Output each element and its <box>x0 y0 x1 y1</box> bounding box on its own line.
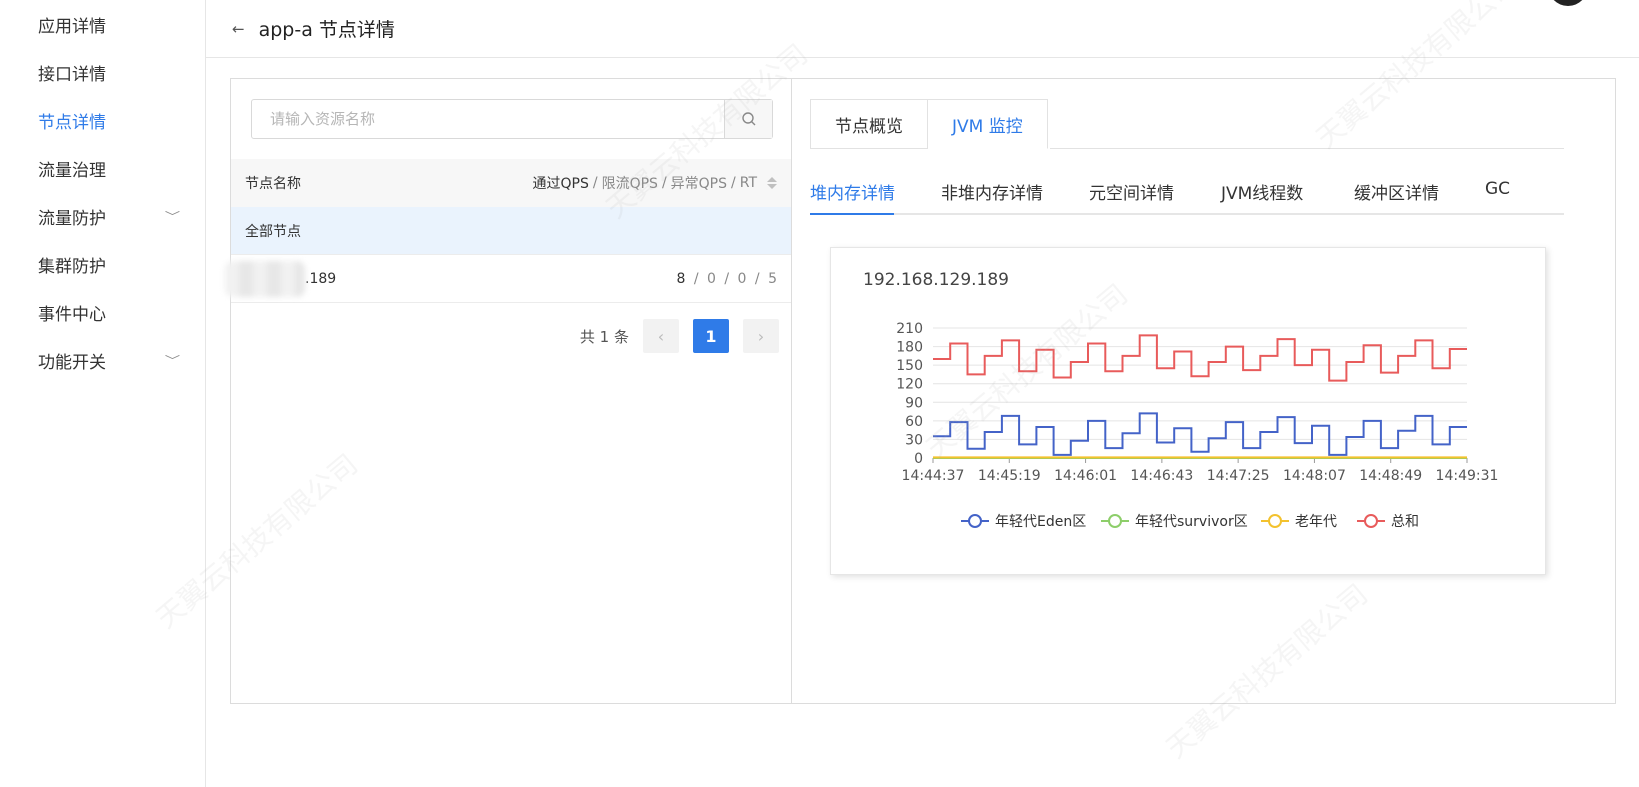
sort-icon[interactable] <box>767 177 777 189</box>
pagination: 共 1 条 ‹ 1 › <box>580 319 779 353</box>
tab-jvm-monitor[interactable]: JVM 监控 <box>928 99 1048 149</box>
table-row[interactable]: 全部节点 <box>231 207 791 255</box>
tab-gc[interactable]: GC <box>1485 179 1510 199</box>
node-name: .189 <box>225 260 336 297</box>
column-error-qps: 异常QPS <box>670 176 728 192</box>
tab-non-heap-memory[interactable]: 非堆内存详情 <box>941 179 1043 204</box>
arrow-left-icon[interactable]: ← <box>232 20 245 38</box>
column-pass-qps: 通过QPS <box>532 176 589 192</box>
x-tick-label: 14:47:25 <box>1207 468 1270 484</box>
y-tick-label: 60 <box>905 414 923 430</box>
legend-label: 总和 <box>1391 514 1419 530</box>
y-tick-label: 180 <box>896 340 923 356</box>
search-button[interactable] <box>724 100 772 138</box>
x-tick-label: 14:44:37 <box>902 468 965 484</box>
active-tab-indicator <box>810 213 894 215</box>
sidebar-item-label: 应用详情 <box>38 16 106 37</box>
y-tick-label: 120 <box>896 377 923 393</box>
search-input[interactable] <box>252 100 724 138</box>
node-list-panel: 节点名称 通过QPS / 限流QPS / 异常QPS / RT 全部节点 .18… <box>225 78 792 704</box>
series-line <box>933 334 1467 382</box>
x-tick-label: 14:48:07 <box>1283 468 1346 484</box>
total-count: 共 1 条 <box>579 327 629 346</box>
legend-label: 年轻代survivor区 <box>1135 514 1248 530</box>
tab-divider <box>1050 148 1564 149</box>
pass-qps-value: 8 <box>676 270 686 287</box>
sub-tabs: 堆内存详情 非堆内存详情 元空间详情 JVM线程数 缓冲区详情 GC <box>810 169 1564 215</box>
sidebar-item-label: 节点详情 <box>38 112 106 133</box>
legend-label: 老年代 <box>1295 514 1337 530</box>
separator: / <box>592 175 598 191</box>
tab-metaspace[interactable]: 元空间详情 <box>1089 179 1174 204</box>
sidebar-item-app-detail[interactable]: 应用详情 <box>38 6 188 42</box>
jvm-panel: 节点概览 JVM 监控 堆内存详情 非堆内存详情 元空间详情 JVM线程数 缓冲… <box>792 78 1616 704</box>
column-node-name: 节点名称 <box>245 176 301 192</box>
sidebar-item-traffic-protection[interactable]: 流量防护 ﹀ <box>38 198 188 234</box>
redacted-ip-mask <box>225 260 305 297</box>
tab-jvm-threads[interactable]: JVM线程数 <box>1221 179 1303 204</box>
page-header: ← app-a 节点详情 <box>206 0 1639 58</box>
heap-chart-card: 192.168.129.189 0 30 60 90 120 150 180 210 14:44… <box>830 247 1546 575</box>
sidebar-item-event-center[interactable]: 事件中心 <box>38 294 188 330</box>
sidebar-item-label: 流量治理 <box>38 160 106 181</box>
column-rt: RT <box>739 175 757 191</box>
tab-heap-memory[interactable]: 堆内存详情 <box>810 179 895 204</box>
x-tick-label: 14:46:43 <box>1130 468 1193 484</box>
sidebar-item-label: 流量防护 <box>38 208 106 229</box>
sidebar-item-label: 接口详情 <box>38 64 106 85</box>
chevron-down-icon: ﹀ <box>164 354 181 367</box>
x-tick-label: 14:46:01 <box>1054 468 1117 484</box>
chevron-left-icon: ‹ <box>657 326 665 346</box>
separator: / <box>731 175 736 191</box>
table-row[interactable]: .189 8 / 0 / 0 / 5 <box>225 255 791 303</box>
top-tabs: 节点概览 JVM 监控 <box>810 99 1048 149</box>
y-tick-label: 30 <box>905 432 923 448</box>
sidebar-item-label: 事件中心 <box>38 304 106 325</box>
limit-qps-value: 0 <box>706 270 716 287</box>
rt-value: 5 <box>768 270 777 287</box>
y-tick-label: 90 <box>905 395 923 411</box>
y-tick-label: 0 <box>914 451 923 467</box>
error-qps-value: 0 <box>737 270 747 287</box>
x-tick-label: 14:45:19 <box>978 468 1041 484</box>
page-title: app-a 节点详情 <box>258 19 395 41</box>
separator: / <box>661 175 667 191</box>
node-name: 全部节点 <box>245 223 301 240</box>
tab-node-overview[interactable]: 节点概览 <box>810 99 928 149</box>
sidebar-item-label: 集群防护 <box>38 256 106 277</box>
prev-page-button[interactable]: ‹ <box>643 319 679 353</box>
column-limit-qps: 限流QPS <box>601 176 658 192</box>
next-page-button[interactable]: › <box>743 319 779 353</box>
y-tick-label: 210 <box>896 321 923 337</box>
tab-buffer[interactable]: 缓冲区详情 <box>1354 179 1439 204</box>
x-tick-label: 14:49:31 <box>1436 468 1499 484</box>
search-icon <box>741 112 755 126</box>
page-number-button[interactable]: 1 <box>693 319 729 353</box>
x-tick-label: 14:48:49 <box>1359 468 1422 484</box>
column-metrics[interactable]: 通过QPS / 限流QPS / 异常QPS / RT <box>532 173 777 193</box>
series-line <box>933 412 1467 456</box>
sidebar-item-label: 功能开关 <box>38 352 106 373</box>
table-header: 节点名称 通过QPS / 限流QPS / 异常QPS / RT <box>231 159 791 207</box>
sidebar-item-api-detail[interactable]: 接口详情 <box>38 54 188 90</box>
chevron-right-icon: › <box>757 326 765 346</box>
sidebar: 应用详情 接口详情 节点详情 流量治理 流量防护 ﹀ 集群防护 事件中心 功能开关… <box>0 0 206 787</box>
legend-marker <box>1108 514 1122 528</box>
sidebar-item-cluster-protection[interactable]: 集群防护 <box>38 246 188 282</box>
sidebar-item-traffic-governance[interactable]: 流量治理 <box>38 150 188 186</box>
heap-memory-chart: 0 30 60 90 120 150 180 210 14:44:37 14:45:19 14:46… <box>896 321 1499 530</box>
legend-marker <box>1268 514 1282 528</box>
search-box <box>251 99 773 139</box>
legend-marker <box>968 514 982 528</box>
sidebar-item-feature-switch[interactable]: 功能开关 ﹀ <box>38 342 188 378</box>
legend-marker <box>1364 514 1378 528</box>
y-tick-label: 150 <box>896 358 923 374</box>
sidebar-item-node-detail[interactable]: 节点详情 <box>38 102 188 138</box>
main-content: 节点名称 通过QPS / 限流QPS / 异常QPS / RT 全部节点 .18… <box>206 58 1639 787</box>
legend-label: 年轻代Eden区 <box>995 514 1086 530</box>
chevron-down-icon: ﹀ <box>164 210 181 223</box>
node-metrics: 8 / 0 / 0 / 5 <box>676 270 777 287</box>
